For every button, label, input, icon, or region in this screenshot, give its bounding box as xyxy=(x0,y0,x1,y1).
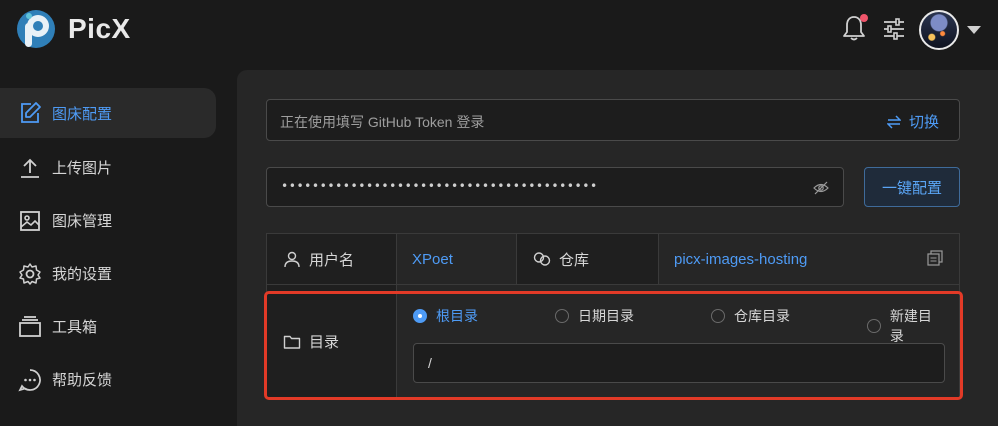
sidebar-item-label: 帮助反馈 xyxy=(52,372,113,389)
notification-button[interactable] xyxy=(842,14,868,42)
switch-arrows-icon xyxy=(886,114,901,129)
sidebar-item-help[interactable]: 帮助反馈 xyxy=(0,353,216,406)
radio-root-dir[interactable]: 根目录 xyxy=(413,306,478,326)
token-notice-text: 正在使用填写 GitHub Token 登录 xyxy=(280,114,485,130)
repo-link-icon xyxy=(533,252,551,266)
dir-label-cell: 目录 xyxy=(267,285,396,398)
user-value-cell: XPoet xyxy=(396,234,516,284)
sliders-icon xyxy=(884,18,904,40)
sidebar-item-manage[interactable]: 图床管理 xyxy=(0,194,216,247)
sidebar-item-label: 图床管理 xyxy=(52,213,113,230)
radio-label: 根目录 xyxy=(436,308,478,324)
eye-off-icon[interactable] xyxy=(813,180,829,196)
token-masked-value: ••••••••••••••••••••••••••••••••••••••••… xyxy=(281,179,598,193)
switch-button[interactable]: 切换 xyxy=(886,111,939,132)
dir-value-cell: 根目录 日期目录 仓库目录 新建目录 xyxy=(396,285,959,398)
sidebar-item-label: 上传图片 xyxy=(52,160,113,177)
chat-icon xyxy=(18,368,41,391)
dir-mode-radio-group: 根目录 日期目录 仓库目录 新建目录 xyxy=(413,306,945,344)
image-icon xyxy=(20,210,40,231)
token-login-notice: 正在使用填写 GitHub Token 登录 切换 xyxy=(266,99,960,141)
sidebar-item-label: 我的设置 xyxy=(52,266,113,283)
user-icon xyxy=(284,251,300,268)
dir-path-field[interactable] xyxy=(413,343,945,383)
user-avatar[interactable] xyxy=(919,10,959,50)
sidebar-item-image-config[interactable]: 图床配置 xyxy=(0,88,216,138)
toolbox-icon xyxy=(19,315,41,337)
user-label: 用户名 xyxy=(309,251,355,269)
top-header: PicX xyxy=(0,0,998,60)
app-logo[interactable]: PicX xyxy=(16,9,131,49)
radio-label: 日期目录 xyxy=(578,308,634,324)
radio-circle xyxy=(555,309,569,323)
username-link[interactable]: XPoet xyxy=(412,251,453,268)
sidebar-item-settings[interactable]: 我的设置 xyxy=(0,247,216,300)
repo-label-cell: 仓库 xyxy=(516,234,658,284)
sidebar-nav: 图床配置 上传图片 图床管理 我的设置 工具箱 帮助反馈 xyxy=(0,88,216,406)
switch-button-label: 切换 xyxy=(908,114,939,131)
sidebar-item-toolbox[interactable]: 工具箱 xyxy=(0,300,216,353)
radio-circle xyxy=(711,309,725,323)
radio-circle xyxy=(413,309,427,323)
sidebar-item-upload[interactable]: 上传图片 xyxy=(0,141,216,194)
repo-value-cell: picx-images-hosting xyxy=(658,234,959,284)
radio-label: 仓库目录 xyxy=(734,308,790,324)
radio-label: 新建目录 xyxy=(889,308,932,344)
dir-label: 目录 xyxy=(309,334,340,351)
repo-label: 仓库 xyxy=(559,251,590,269)
sidebar-item-label: 工具箱 xyxy=(52,319,98,336)
folder-icon xyxy=(283,335,301,349)
gear-icon xyxy=(19,262,41,285)
picx-logo-icon xyxy=(17,10,55,48)
app-title: PicX xyxy=(68,13,131,44)
dir-path-input[interactable] xyxy=(414,344,944,382)
sidebar-item-label: 图床配置 xyxy=(52,105,113,123)
notification-dot xyxy=(860,14,868,22)
radio-new-dir[interactable]: 新建目录 xyxy=(867,306,945,346)
token-input[interactable]: ••••••••••••••••••••••••••••••••••••••••… xyxy=(266,167,844,207)
repo-link[interactable]: picx-images-hosting xyxy=(674,251,807,268)
repo-info-table: 用户名 XPoet 仓库 picx-images-hosting 目录 根目录 xyxy=(266,233,960,399)
edit-icon xyxy=(21,102,41,123)
radio-repo-dir[interactable]: 仓库目录 xyxy=(711,306,790,326)
user-label-cell: 用户名 xyxy=(267,234,396,284)
copy-icon[interactable] xyxy=(927,250,943,266)
caret-down-icon[interactable] xyxy=(967,26,981,34)
upload-icon xyxy=(21,158,39,178)
settings-sliders-button[interactable] xyxy=(882,17,906,41)
radio-date-dir[interactable]: 日期目录 xyxy=(555,306,634,326)
radio-circle xyxy=(867,319,881,333)
one-click-config-button[interactable]: 一键配置 xyxy=(864,167,960,207)
